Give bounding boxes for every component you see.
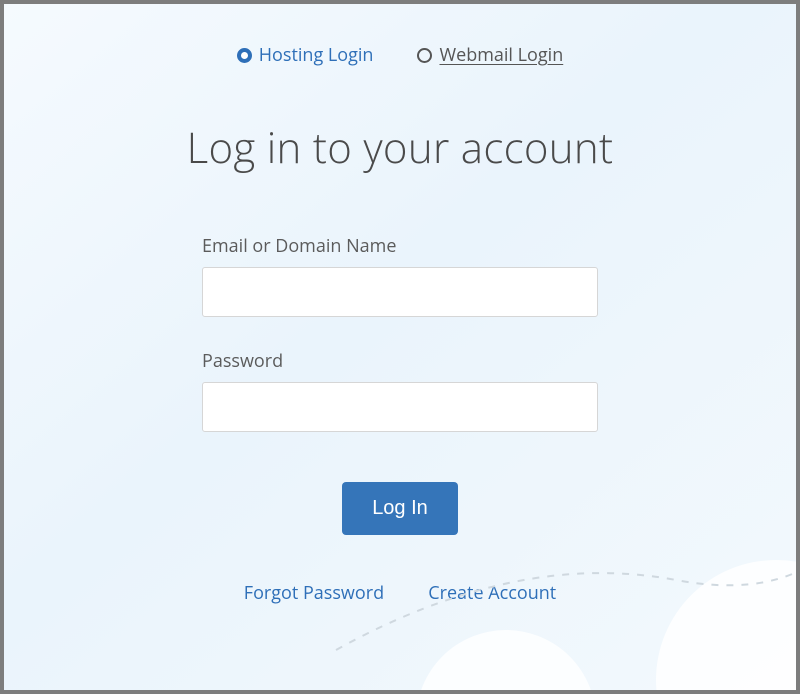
password-label: Password [202, 349, 598, 373]
tab-webmail-label: Webmail Login [439, 43, 563, 67]
submit-row: Log In [202, 482, 598, 535]
password-field[interactable] [202, 382, 598, 432]
radio-selected-icon [237, 48, 252, 63]
tab-webmail-login[interactable]: Webmail Login [417, 43, 563, 67]
tab-hosting-login[interactable]: Hosting Login [237, 43, 374, 67]
create-account-link[interactable]: Create Account [428, 581, 556, 605]
email-label: Email or Domain Name [202, 234, 598, 258]
login-form: Email or Domain Name Password Log In For… [202, 234, 598, 605]
login-type-tabs: Hosting Login Webmail Login [16, 43, 784, 67]
login-panel: Hosting Login Webmail Login Log in to yo… [0, 0, 800, 694]
helper-links: Forgot Password Create Account [202, 581, 598, 605]
tab-hosting-label: Hosting Login [259, 43, 374, 67]
forgot-password-link[interactable]: Forgot Password [244, 581, 384, 605]
radio-unselected-icon [417, 48, 432, 63]
login-button[interactable]: Log In [342, 482, 458, 535]
page-title: Log in to your account [16, 119, 784, 176]
email-field[interactable] [202, 267, 598, 317]
